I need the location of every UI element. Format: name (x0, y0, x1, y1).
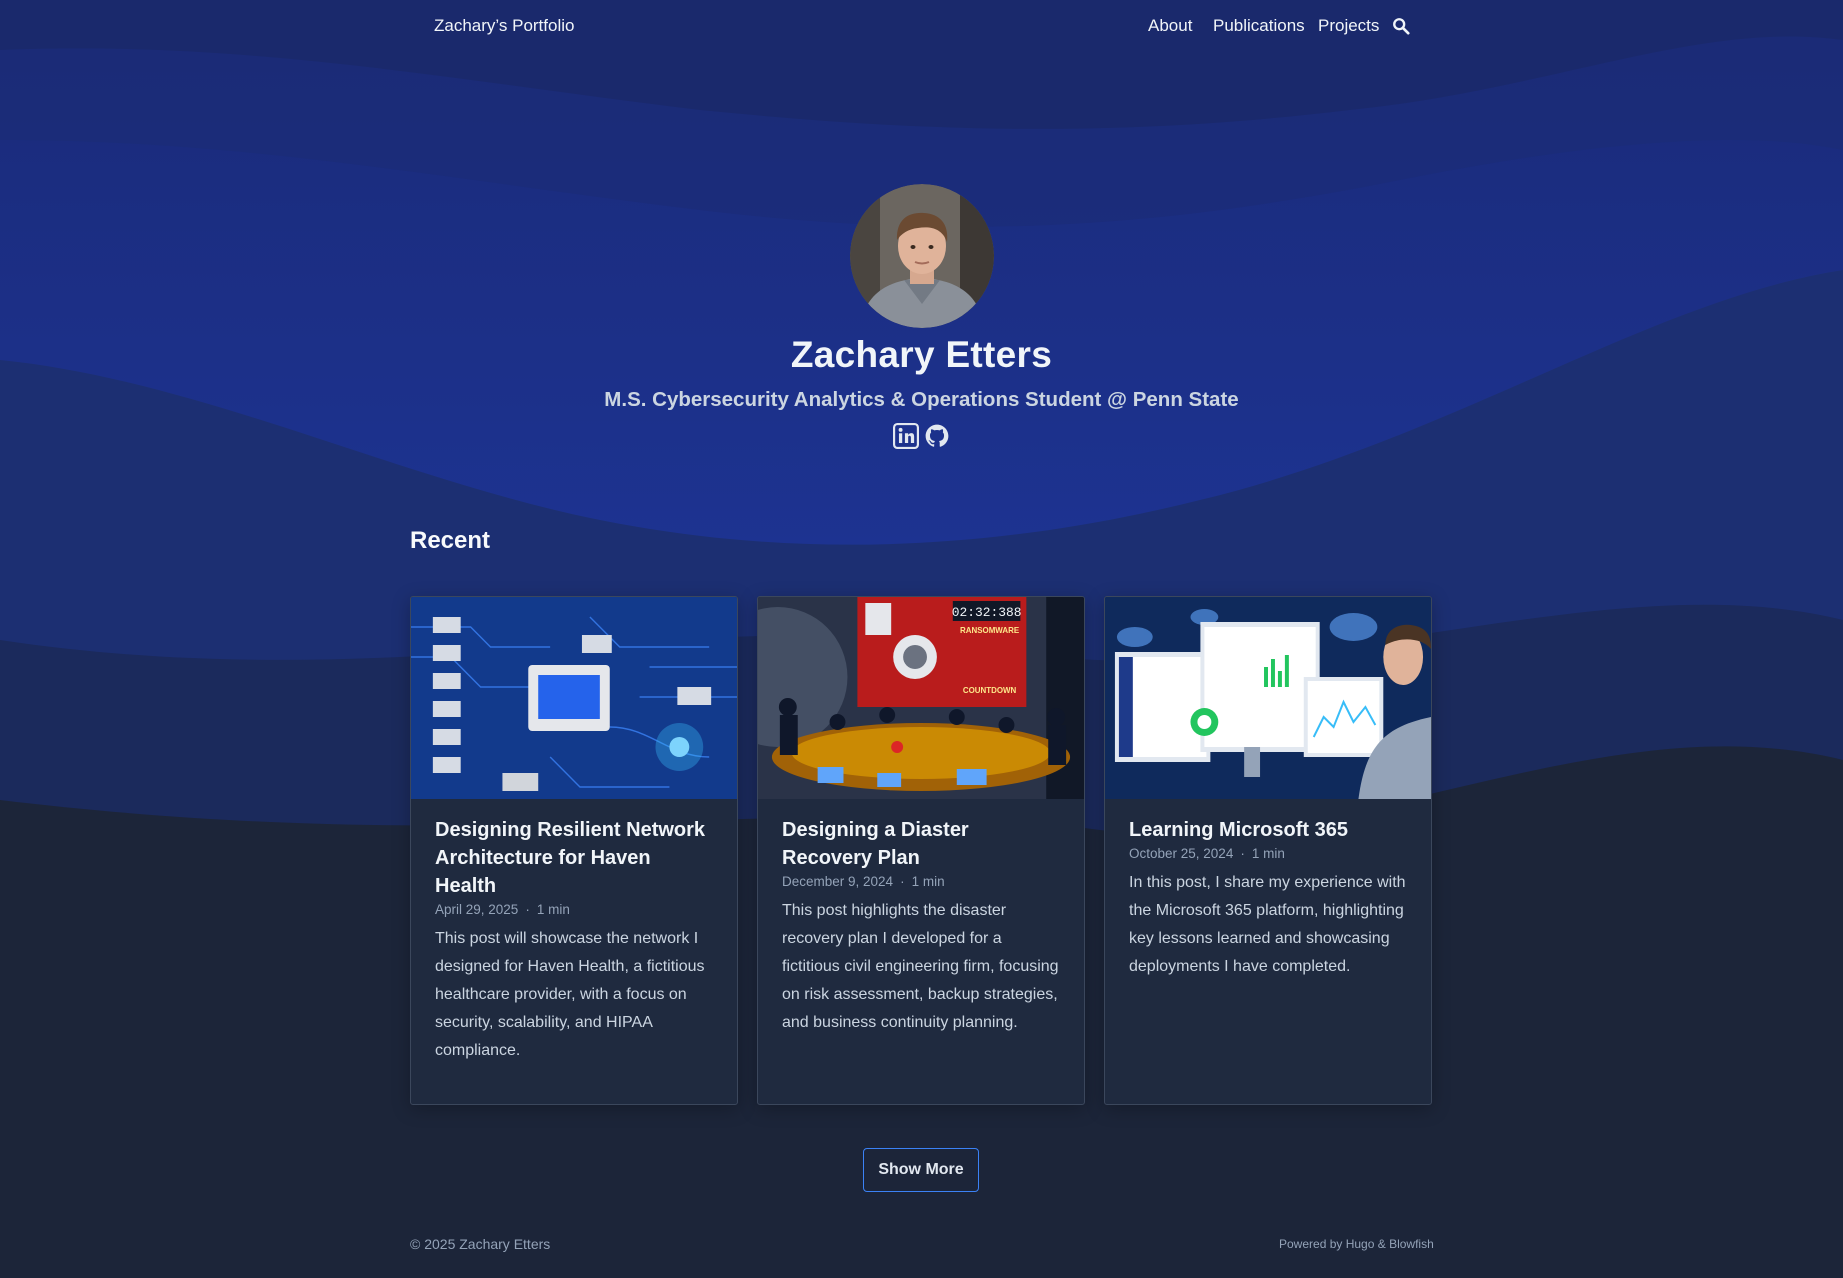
nav-publications[interactable]: Publications (1213, 16, 1305, 36)
footer-powered-by[interactable]: Powered by Hugo & Blowfish (1279, 1237, 1434, 1251)
ransomware-text: RANSOMWARE (960, 626, 1019, 635)
profile-name: Zachary Etters (790, 334, 1053, 375)
footer-copyright: © 2025 Zachary Etters (410, 1236, 551, 1252)
circuit-board-thumbnail (411, 597, 737, 799)
site-title-link[interactable]: Zachary’s Portfolio (434, 16, 574, 36)
card-date: December 9, 2024 (782, 874, 894, 889)
nav-projects[interactable]: Projects (1318, 16, 1379, 36)
avatar (850, 184, 994, 328)
search-icon[interactable] (1392, 17, 1410, 35)
github-icon[interactable] (924, 423, 950, 449)
card-title[interactable]: Designing a Diaster Recovery Plan (782, 816, 1060, 872)
card-meta: December 9, 2024 · 1 min (782, 873, 1060, 891)
meta-separator: · (525, 902, 530, 917)
post-card-haven-health[interactable]: Designing Resilient Network Architecture… (410, 596, 738, 1105)
card-meta: April 29, 2025 · 1 min (435, 901, 713, 919)
card-meta: October 25, 2024 · 1 min (1129, 845, 1407, 863)
post-card-disaster-recovery[interactable]: 02:32:388 RANSOMWARE COUNTDOWN Designing… (757, 596, 1085, 1105)
nav-about[interactable]: About (1148, 16, 1192, 36)
card-reading-time: 1 min (1251, 846, 1285, 861)
recent-heading: Recent (410, 527, 491, 554)
microsoft-365-dashboard-thumbnail (1105, 597, 1431, 799)
card-title[interactable]: Learning Microsoft 365 (1129, 816, 1407, 844)
card-date: October 25, 2024 (1129, 846, 1234, 861)
meta-separator: · (1240, 846, 1245, 861)
meta-separator: · (900, 874, 905, 889)
show-more-button[interactable]: Show More (863, 1148, 979, 1192)
timer-text: 02:32:388 (952, 605, 1022, 620)
countdown-text: COUNTDOWN (963, 686, 1017, 695)
card-summary: This post will showcase the network I de… (435, 930, 705, 1059)
card-summary: This post highlights the disaster recove… (782, 902, 1059, 1031)
card-title[interactable]: Designing Resilient Network Architecture… (435, 816, 713, 900)
card-reading-time: 1 min (911, 874, 945, 889)
ransomware-meeting-thumbnail: 02:32:388 RANSOMWARE COUNTDOWN (758, 597, 1084, 799)
card-summary: In this post, I share my experience with… (1129, 874, 1406, 975)
post-card-microsoft-365[interactable]: Learning Microsoft 365 October 25, 2024 ·… (1104, 596, 1432, 1105)
card-reading-time: 1 min (536, 902, 570, 917)
card-date: April 29, 2025 (435, 902, 519, 917)
linkedin-icon[interactable] (893, 423, 919, 449)
profile-headline: M.S. Cybersecurity Analytics & Operation… (604, 388, 1239, 411)
